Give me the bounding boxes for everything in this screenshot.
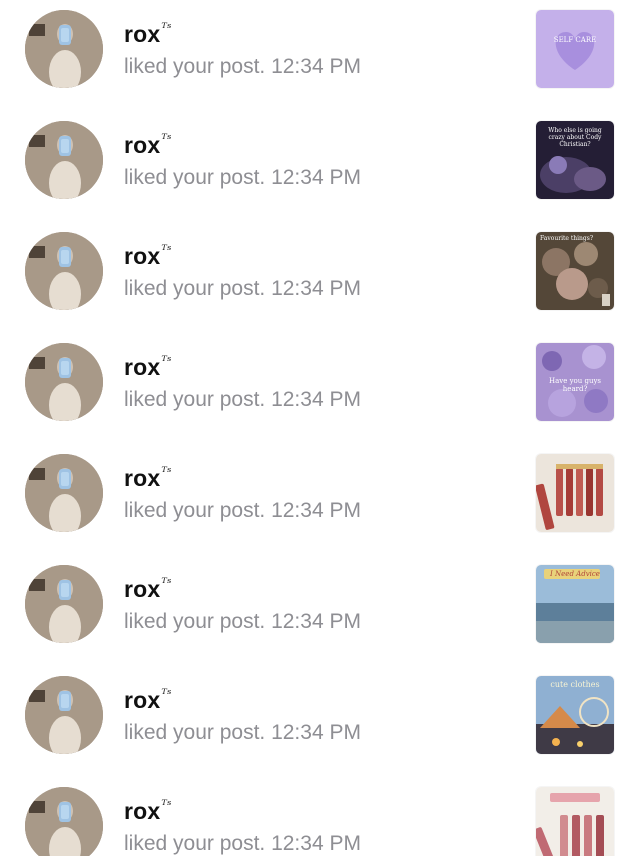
thumbnail-caption: Favourite things? (540, 235, 594, 242)
post-thumbnail[interactable]: cute clothes (536, 676, 614, 754)
activity-text: liked your post. 12:34 PM (124, 388, 361, 411)
notification-row[interactable]: rox ᵀˢ liked your post. 12:34 PM cute clo… (0, 666, 640, 777)
avatar[interactable] (25, 565, 103, 643)
thumbnail-caption: SELF CARE (553, 36, 597, 44)
avatar[interactable] (25, 343, 103, 421)
notification-text: rox ᵀˢ liked your post. 12:34 PM (124, 353, 361, 413)
username[interactable]: rox ᵀˢ (124, 20, 361, 48)
notification-row[interactable]: rox ᵀˢ liked your post. 12:34 PM Have you… (0, 333, 640, 444)
notification-text: rox ᵀˢ liked your post. 12:34 PM (124, 464, 361, 524)
notification-text: rox ᵀˢ liked your post. 12:34 PM (124, 686, 361, 746)
activity-text: liked your post. 12:34 PM (124, 610, 361, 633)
notification-row[interactable]: rox ᵀˢ liked your post. 12:34 PM I Need A… (0, 555, 640, 666)
post-thumbnail[interactable]: Have you guys heard? (536, 343, 614, 421)
post-thumbnail[interactable] (536, 454, 614, 532)
activity-text: liked your post. 12:34 PM (124, 55, 361, 78)
avatar[interactable] (25, 676, 103, 754)
avatar[interactable] (25, 121, 103, 199)
post-thumbnail[interactable]: Who else is going crazy about Cody Chris… (536, 121, 614, 199)
thumbnail-caption: Have you guys heard? (548, 377, 602, 393)
notification-row[interactable]: rox ᵀˢ liked your post. 12:34 PM (0, 777, 640, 856)
activity-text: liked your post. 12:34 PM (124, 166, 361, 189)
notification-text: rox ᵀˢ liked your post. 12:34 PM (124, 575, 361, 635)
thumbnail-caption: cute clothes (550, 680, 600, 689)
username[interactable]: rox ᵀˢ (124, 464, 361, 492)
notification-text: rox ᵀˢ liked your post. 12:34 PM (124, 242, 361, 302)
notification-row[interactable]: rox ᵀˢ liked your post. 12:34 PM (0, 444, 640, 555)
username[interactable]: rox ᵀˢ (124, 797, 361, 825)
username[interactable]: rox ᵀˢ (124, 575, 361, 603)
avatar[interactable] (25, 787, 103, 856)
notification-text: rox ᵀˢ liked your post. 12:34 PM (124, 131, 361, 191)
notification-row[interactable]: rox ᵀˢ liked your post. 12:34 PM SELF CAR… (0, 0, 640, 111)
notification-text: rox ᵀˢ liked your post. 12:34 PM (124, 20, 361, 80)
avatar[interactable] (25, 454, 103, 532)
post-thumbnail[interactable]: I Need Advice (536, 565, 614, 643)
notification-row[interactable]: rox ᵀˢ liked your post. 12:34 PM Who else… (0, 111, 640, 222)
thumbnail-caption: I Need Advice (550, 570, 600, 578)
post-thumbnail[interactable] (536, 787, 614, 856)
activity-text: liked your post. 12:34 PM (124, 277, 361, 300)
activity-text: liked your post. 12:34 PM (124, 832, 361, 855)
avatar[interactable] (25, 232, 103, 310)
username[interactable]: rox ᵀˢ (124, 686, 361, 714)
post-thumbnail[interactable]: Favourite things? (536, 232, 614, 310)
notification-row[interactable]: rox ᵀˢ liked your post. 12:34 PM Favourit… (0, 222, 640, 333)
activity-text: liked your post. 12:34 PM (124, 499, 361, 522)
activity-feed: rox ᵀˢ liked your post. 12:34 PM SELF CAR… (0, 0, 640, 856)
thumbnail-caption: Who else is going crazy about Cody Chris… (548, 127, 602, 148)
username[interactable]: rox ᵀˢ (124, 131, 361, 159)
username[interactable]: rox ᵀˢ (124, 242, 361, 270)
notification-text: rox ᵀˢ liked your post. 12:34 PM (124, 797, 361, 856)
avatar[interactable] (25, 10, 103, 88)
post-thumbnail[interactable]: SELF CARE (536, 10, 614, 88)
username[interactable]: rox ᵀˢ (124, 353, 361, 381)
activity-text: liked your post. 12:34 PM (124, 721, 361, 744)
